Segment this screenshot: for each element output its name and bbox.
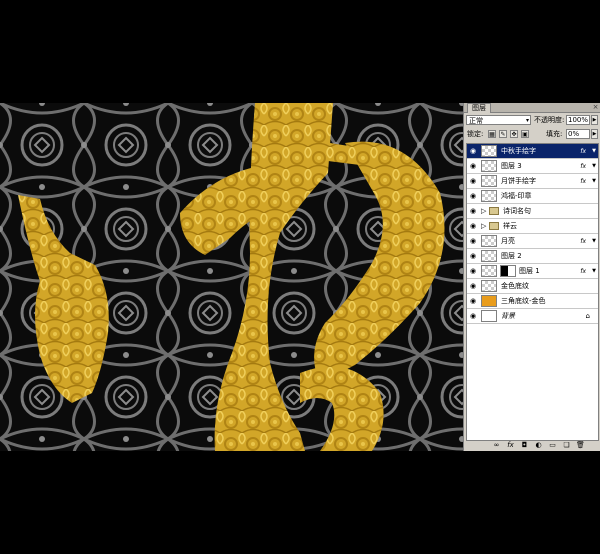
eye-icon[interactable]: ◉ — [468, 236, 478, 246]
mask-icon[interactable]: ◘ — [520, 441, 529, 450]
chevron-down-icon[interactable]: ▼ — [592, 144, 596, 159]
blend-opacity-row: 正常 ▾ 不透明度: 100% ▶ — [466, 115, 599, 126]
chevron-down-icon[interactable]: ▼ — [592, 159, 596, 174]
new-layer-icon[interactable]: ❏ — [562, 441, 571, 450]
opacity-slider-arrow-icon[interactable]: ▶ — [591, 115, 598, 125]
layer-name: 三角底纹-金色 — [501, 297, 546, 305]
layer-thumbnail — [481, 265, 497, 277]
fx-icon[interactable]: fx — [580, 159, 586, 174]
chevron-down-icon[interactable]: ▼ — [592, 234, 596, 249]
layer-name: 背景 — [501, 312, 515, 320]
layer-name: 月饼手绘字 — [501, 177, 536, 185]
layer-name: 诗词名句 — [503, 207, 531, 215]
layer-name: 祥云 — [503, 222, 517, 230]
chevron-down-icon[interactable]: ▼ — [592, 174, 596, 189]
fill-label: 填充: — [546, 130, 563, 138]
fill-slider-arrow-icon[interactable]: ▶ — [591, 129, 598, 139]
close-icon[interactable]: × — [592, 104, 599, 111]
eye-icon[interactable]: ◉ — [468, 311, 478, 321]
lock-fill-row: 锁定: ▦ ✎ ✥ ▣ 填充: 0% ▶ — [466, 129, 599, 140]
lock-all-icon[interactable]: ▣ — [521, 130, 529, 138]
eye-icon[interactable]: ◉ — [468, 281, 478, 291]
layer-group-clouds[interactable]: ◉ ▷ 祥云 — [467, 219, 598, 234]
lock-position-icon[interactable]: ✥ — [510, 130, 518, 138]
opacity-label: 不透明度: — [534, 116, 565, 124]
layer-group-poems[interactable]: ◉ ▷ 诗词名句 — [467, 204, 598, 219]
layers-list: ◉ 中秋手绘字 fx ▼ ◉ 图层 3 fx ▼ ◉ 月饼手绘字 fx ▼ ◉ … — [466, 143, 599, 441]
lock-transparent-icon[interactable]: ▦ — [488, 130, 496, 138]
fill-input[interactable]: 0% — [566, 129, 590, 139]
layer-thumbnail — [481, 280, 497, 292]
eye-icon[interactable]: ◉ — [468, 296, 478, 306]
layer-thumbnail — [481, 145, 497, 157]
layer-name: 图层 1 — [519, 267, 540, 275]
fx-icon[interactable]: fx — [580, 234, 586, 249]
chevron-down-icon: ▾ — [525, 117, 529, 124]
layer-thumbnail — [481, 235, 497, 247]
tab-layers[interactable]: 图层 — [467, 103, 491, 113]
document-canvas[interactable] — [0, 103, 463, 451]
layer-thumbnail — [481, 190, 497, 202]
folder-icon — [489, 207, 499, 215]
chevron-down-icon[interactable]: ▼ — [592, 264, 596, 279]
adjustment-icon[interactable]: ◐ — [534, 441, 543, 450]
eye-icon[interactable]: ◉ — [468, 146, 478, 156]
layer-name: 金色底纹 — [501, 282, 529, 290]
layer-row-zhongqiu[interactable]: ◉ 中秋手绘字 fx ▼ — [467, 144, 598, 159]
eye-icon[interactable]: ◉ — [468, 176, 478, 186]
layers-panel-footer: ∞ fx ◘ ◐ ▭ ❏ 🗑 — [464, 441, 600, 451]
folder-icon[interactable]: ▭ — [548, 441, 557, 450]
layer-name: 鸿福-印章 — [501, 192, 532, 200]
blend-mode-value: 正常 — [469, 117, 483, 125]
fx-icon[interactable]: fx — [580, 264, 586, 279]
lock-label: 锁定: — [467, 130, 484, 138]
layer-thumbnail — [481, 250, 497, 262]
opacity-input[interactable]: 100% — [566, 115, 590, 125]
layer-row-layer1[interactable]: ◉ 图层 1 fx ▼ — [467, 264, 598, 279]
layer-thumbnail — [481, 295, 497, 307]
fx-icon[interactable]: fx — [506, 441, 515, 450]
lock-image-icon[interactable]: ✎ — [499, 130, 507, 138]
layer-name: 中秋手绘字 — [501, 147, 536, 155]
eye-icon[interactable]: ◉ — [468, 206, 478, 216]
expand-arrow-icon[interactable]: ▷ — [481, 221, 486, 231]
fx-icon[interactable]: fx — [580, 144, 586, 159]
layer-row-background[interactable]: ◉ 背景 ⌂ — [467, 309, 598, 324]
eye-icon[interactable]: ◉ — [468, 191, 478, 201]
folder-icon — [489, 222, 499, 230]
link-icon[interactable]: ∞ — [492, 441, 501, 450]
eye-icon[interactable]: ◉ — [468, 266, 478, 276]
blend-mode-select[interactable]: 正常 ▾ — [466, 115, 531, 125]
eye-icon[interactable]: ◉ — [468, 221, 478, 231]
layer-thumbnail — [481, 175, 497, 187]
layer-row-yuebing[interactable]: ◉ 月饼手绘字 fx ▼ — [467, 174, 598, 189]
lock-icon: ⌂ — [585, 312, 590, 320]
layer-thumbnail — [481, 310, 497, 322]
trash-icon[interactable]: 🗑 — [576, 441, 585, 450]
layer-row-seal[interactable]: ◉ 鸿福-印章 — [467, 189, 598, 204]
expand-arrow-icon[interactable]: ▷ — [481, 206, 486, 216]
layer-name: 月亮 — [501, 237, 515, 245]
layer-mask-thumbnail[interactable] — [500, 265, 516, 277]
layer-row-layer3[interactable]: ◉ 图层 3 fx ▼ — [467, 159, 598, 174]
layers-panel: 图层 × 正常 ▾ 不透明度: 100% ▶ 锁定: ▦ ✎ ✥ ▣ 填充: 0… — [463, 103, 600, 451]
layer-row-triangle-gold[interactable]: ◉ 三角底纹-金色 — [467, 294, 598, 309]
layer-row-moon[interactable]: ◉ 月亮 fx ▼ — [467, 234, 598, 249]
eye-icon[interactable]: ◉ — [468, 251, 478, 261]
layer-name: 图层 3 — [501, 162, 522, 170]
fx-icon[interactable]: fx — [580, 174, 586, 189]
layer-thumbnail — [481, 160, 497, 172]
layer-row-gold-texture[interactable]: ◉ 金色底纹 — [467, 279, 598, 294]
canvas-artwork — [0, 103, 463, 451]
panel-tabbar: 图层 × — [464, 103, 600, 113]
layer-name: 图层 2 — [501, 252, 522, 260]
eye-icon[interactable]: ◉ — [468, 161, 478, 171]
layer-row-layer2[interactable]: ◉ 图层 2 — [467, 249, 598, 264]
